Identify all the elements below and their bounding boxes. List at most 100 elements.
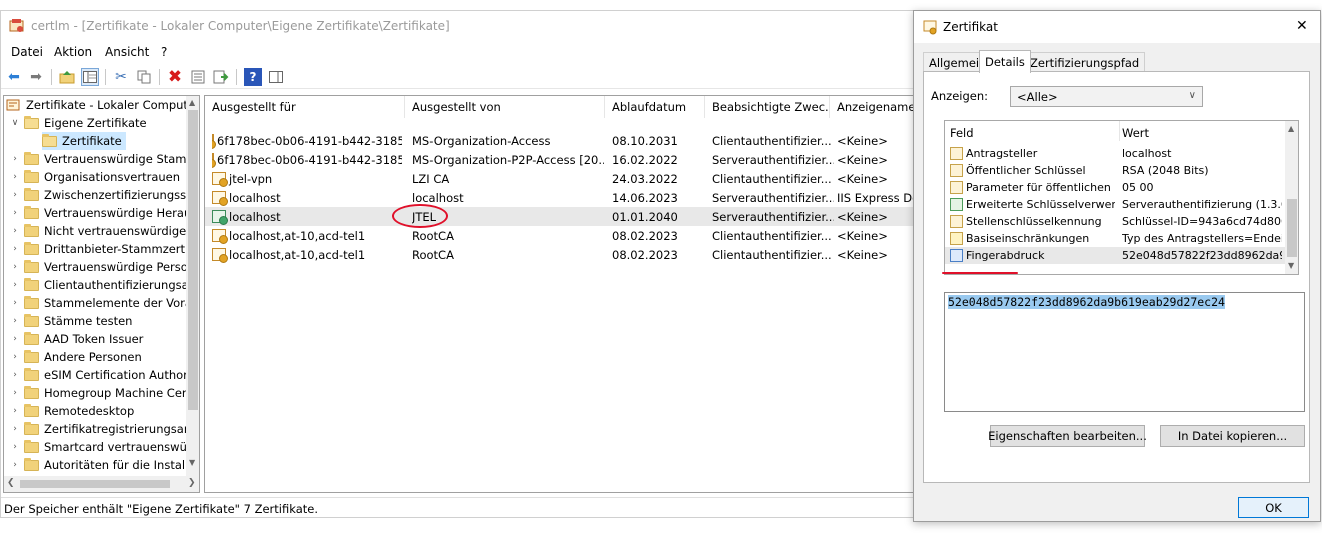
- menu-ansicht[interactable]: Ansicht: [105, 45, 149, 59]
- tree-item[interactable]: Nicht vertrauenswürdige Z: [24, 222, 198, 240]
- cell-issued-to: localhost,at-10,acd-tel1: [212, 245, 402, 264]
- chevron-right-icon[interactable]: ›: [10, 388, 20, 398]
- back-arrow-icon[interactable]: ⬅: [5, 68, 23, 86]
- tab-details[interactable]: Details: [979, 50, 1031, 73]
- copy-to-file-button[interactable]: In Datei kopieren...: [1160, 425, 1305, 447]
- tree-root[interactable]: Zertifikate - Lokaler Compute: [6, 96, 195, 114]
- column-ablaufdatum[interactable]: Ablaufdatum: [605, 96, 705, 118]
- tree-horizontal-scrollbar[interactable]: ❮ ❯: [4, 476, 199, 492]
- value-textbox[interactable]: 52e048d57822f23dd8962da9b619eab29d27ec24: [944, 292, 1305, 412]
- column-anzeigename[interactable]: Anzeigename: [830, 96, 914, 118]
- tree-item[interactable]: Zwischenzertifizierungsste: [24, 186, 198, 204]
- chevron-right-icon[interactable]: ›: [10, 280, 20, 290]
- column-ausgestellt-von[interactable]: Ausgestellt von: [405, 96, 605, 118]
- table-row[interactable]: 6f178bec-0b06-4191-b442-3185... MS-Organi…: [205, 131, 914, 150]
- menu-datei[interactable]: Datei: [11, 45, 43, 59]
- field-row[interactable]: Öffentlicher Schlüssel RSA (2048 Bits): [945, 162, 1285, 179]
- table-row[interactable]: localhost localhost 14.06.2023 Serverauthen…: [205, 188, 914, 207]
- tree-item[interactable]: Organisationsvertrauen: [24, 168, 180, 186]
- close-icon[interactable]: ✕: [1296, 18, 1308, 34]
- field-row[interactable]: Erweiterte Schlüsselverwen... Serverauthe…: [945, 196, 1285, 213]
- field-row[interactable]: Basiseinschränkungen Typ des Antragstelle…: [945, 230, 1285, 247]
- copy-icon[interactable]: [135, 68, 153, 86]
- chevron-right-icon[interactable]: ›: [10, 208, 20, 218]
- properties-icon[interactable]: [189, 68, 207, 86]
- tree-item-label: AAD Token Issuer: [44, 332, 144, 346]
- show-select-value: <Alle>: [1017, 89, 1058, 104]
- chevron-right-icon[interactable]: ›: [10, 334, 20, 344]
- chevron-right-icon[interactable]: ›: [10, 262, 20, 272]
- value-column-header[interactable]: Wert: [1122, 126, 1149, 140]
- tab-zertifizierungspfad[interactable]: Zertifizierungspfad: [1024, 52, 1146, 72]
- chevron-right-icon[interactable]: ›: [10, 226, 20, 236]
- cell-friendly-name: <Keine>: [837, 245, 914, 264]
- cell-intended-purposes: Clientauthentifizier...: [712, 245, 834, 264]
- field-list-scrollbar[interactable]: ▲ ▼: [1285, 121, 1298, 274]
- tree-root-label: Zertifikate - Lokaler Compute: [26, 98, 196, 112]
- cell-issued-to: localhost: [212, 207, 402, 226]
- chevron-right-icon[interactable]: ›: [10, 424, 20, 434]
- up-folder-icon[interactable]: [58, 68, 76, 86]
- chevron-right-icon[interactable]: ›: [10, 172, 20, 182]
- tree-item[interactable]: Homegroup Machine Cer: [24, 384, 187, 402]
- chevron-right-icon[interactable]: ›: [10, 370, 20, 380]
- tree-item[interactable]: Smartcard vertrauenswürc: [24, 438, 198, 456]
- ok-button[interactable]: OK: [1238, 497, 1309, 518]
- chevron-right-icon[interactable]: ›: [10, 154, 20, 164]
- tree-item[interactable]: Andere Personen: [24, 348, 142, 366]
- table-row[interactable]: jtel-vpn LZI CA 24.03.2022 Clientauthentifi…: [205, 169, 914, 188]
- field-column-header[interactable]: Feld: [950, 126, 974, 140]
- action-pane-icon[interactable]: [267, 68, 285, 86]
- tree-item[interactable]: Drittanbieter-Stammzertif: [24, 240, 192, 258]
- column-ausgestellt-fuer[interactable]: Ausgestellt für: [205, 96, 405, 118]
- tree-item[interactable]: Stammelemente der Vorab: [24, 294, 199, 312]
- show-tree-icon[interactable]: [81, 68, 99, 86]
- tree-item-label: Zwischenzertifizierungsste: [44, 188, 198, 202]
- status-text: Der Speicher enthält "Eigene Zertifikate…: [4, 502, 318, 516]
- chevron-right-icon[interactable]: ›: [10, 352, 20, 362]
- cut-icon[interactable]: ✂: [112, 68, 130, 86]
- chevron-right-icon[interactable]: ›: [10, 298, 20, 308]
- chevron-right-icon[interactable]: ›: [10, 442, 20, 452]
- tree-item[interactable]: Autoritäten für die Installa: [24, 456, 195, 474]
- tree-item[interactable]: Zertifikatregistrierungsanf: [24, 420, 195, 438]
- help-icon[interactable]: ?: [244, 68, 262, 86]
- delete-icon[interactable]: ✖: [166, 67, 184, 87]
- certificate-icon: [212, 229, 228, 244]
- field-row[interactable]: Stellenschlüsselkennung Schlüssel-ID=943a…: [945, 213, 1285, 230]
- tree-item[interactable]: Vertrauenswürdige Stamm: [24, 150, 198, 168]
- tree-item[interactable]: Vertrauenswürdige Person: [24, 258, 195, 276]
- chevron-right-icon[interactable]: ›: [10, 190, 20, 200]
- chevron-right-icon[interactable]: ›: [10, 460, 20, 470]
- tree-item[interactable]: Vertrauenswürdige Heraus: [24, 204, 197, 222]
- chevron-right-icon[interactable]: ›: [10, 244, 20, 254]
- table-row[interactable]: localhost JTEL 01.01.2040 Serverauthentifiz…: [205, 207, 914, 226]
- forward-arrow-icon[interactable]: ➡: [27, 68, 45, 86]
- table-row[interactable]: 6f178bec-0b06-4191-b442-3185... MS-Organi…: [205, 150, 914, 169]
- tree-item[interactable]: eSIM Certification Authori: [24, 366, 191, 384]
- field-row[interactable]: Antragsteller localhost: [945, 145, 1285, 162]
- table-row[interactable]: localhost,at-10,acd-tel1 RootCA 08.02.2023…: [205, 245, 914, 264]
- chevron-right-icon[interactable]: ›: [10, 316, 20, 326]
- edit-properties-button[interactable]: Eigenschaften bearbeiten...: [988, 425, 1147, 447]
- table-row[interactable]: localhost,at-10,acd-tel1 RootCA 08.02.2023…: [205, 226, 914, 245]
- folder-icon: [24, 331, 39, 345]
- export-list-icon[interactable]: [212, 68, 230, 86]
- field-name-cell: Antragsteller: [950, 145, 1115, 162]
- tree-item[interactable]: Stämme testen: [24, 312, 132, 330]
- chevron-right-icon[interactable]: ›: [10, 406, 20, 416]
- tree-item-eigene-zertifikate[interactable]: Eigene Zertifikate: [24, 114, 147, 132]
- tree-item[interactable]: Clientauthentifizierungsau: [24, 276, 196, 294]
- menu-help[interactable]: ?: [161, 45, 167, 59]
- tree-item-zertifikate[interactable]: Zertifikate: [42, 132, 126, 150]
- show-select[interactable]: <Alle> ∨: [1010, 86, 1203, 107]
- field-row[interactable]: Fingerabdruck 52e048d57822f23dd8962da9...: [945, 247, 1285, 264]
- chevron-down-icon[interactable]: ∨: [10, 118, 20, 128]
- tree-item[interactable]: AAD Token Issuer: [24, 330, 143, 348]
- tree-item[interactable]: Remotedesktop: [24, 402, 134, 420]
- menu-aktion[interactable]: Aktion: [54, 45, 92, 59]
- tree-vertical-scrollbar[interactable]: ▲ ▼: [186, 96, 199, 476]
- column-beabsichtigte-zwecke[interactable]: Beabsichtigte Zwec...: [705, 96, 830, 118]
- field-row[interactable]: Parameter für öffentlichen ... 05 00: [945, 179, 1285, 196]
- folder-icon: [24, 169, 39, 183]
